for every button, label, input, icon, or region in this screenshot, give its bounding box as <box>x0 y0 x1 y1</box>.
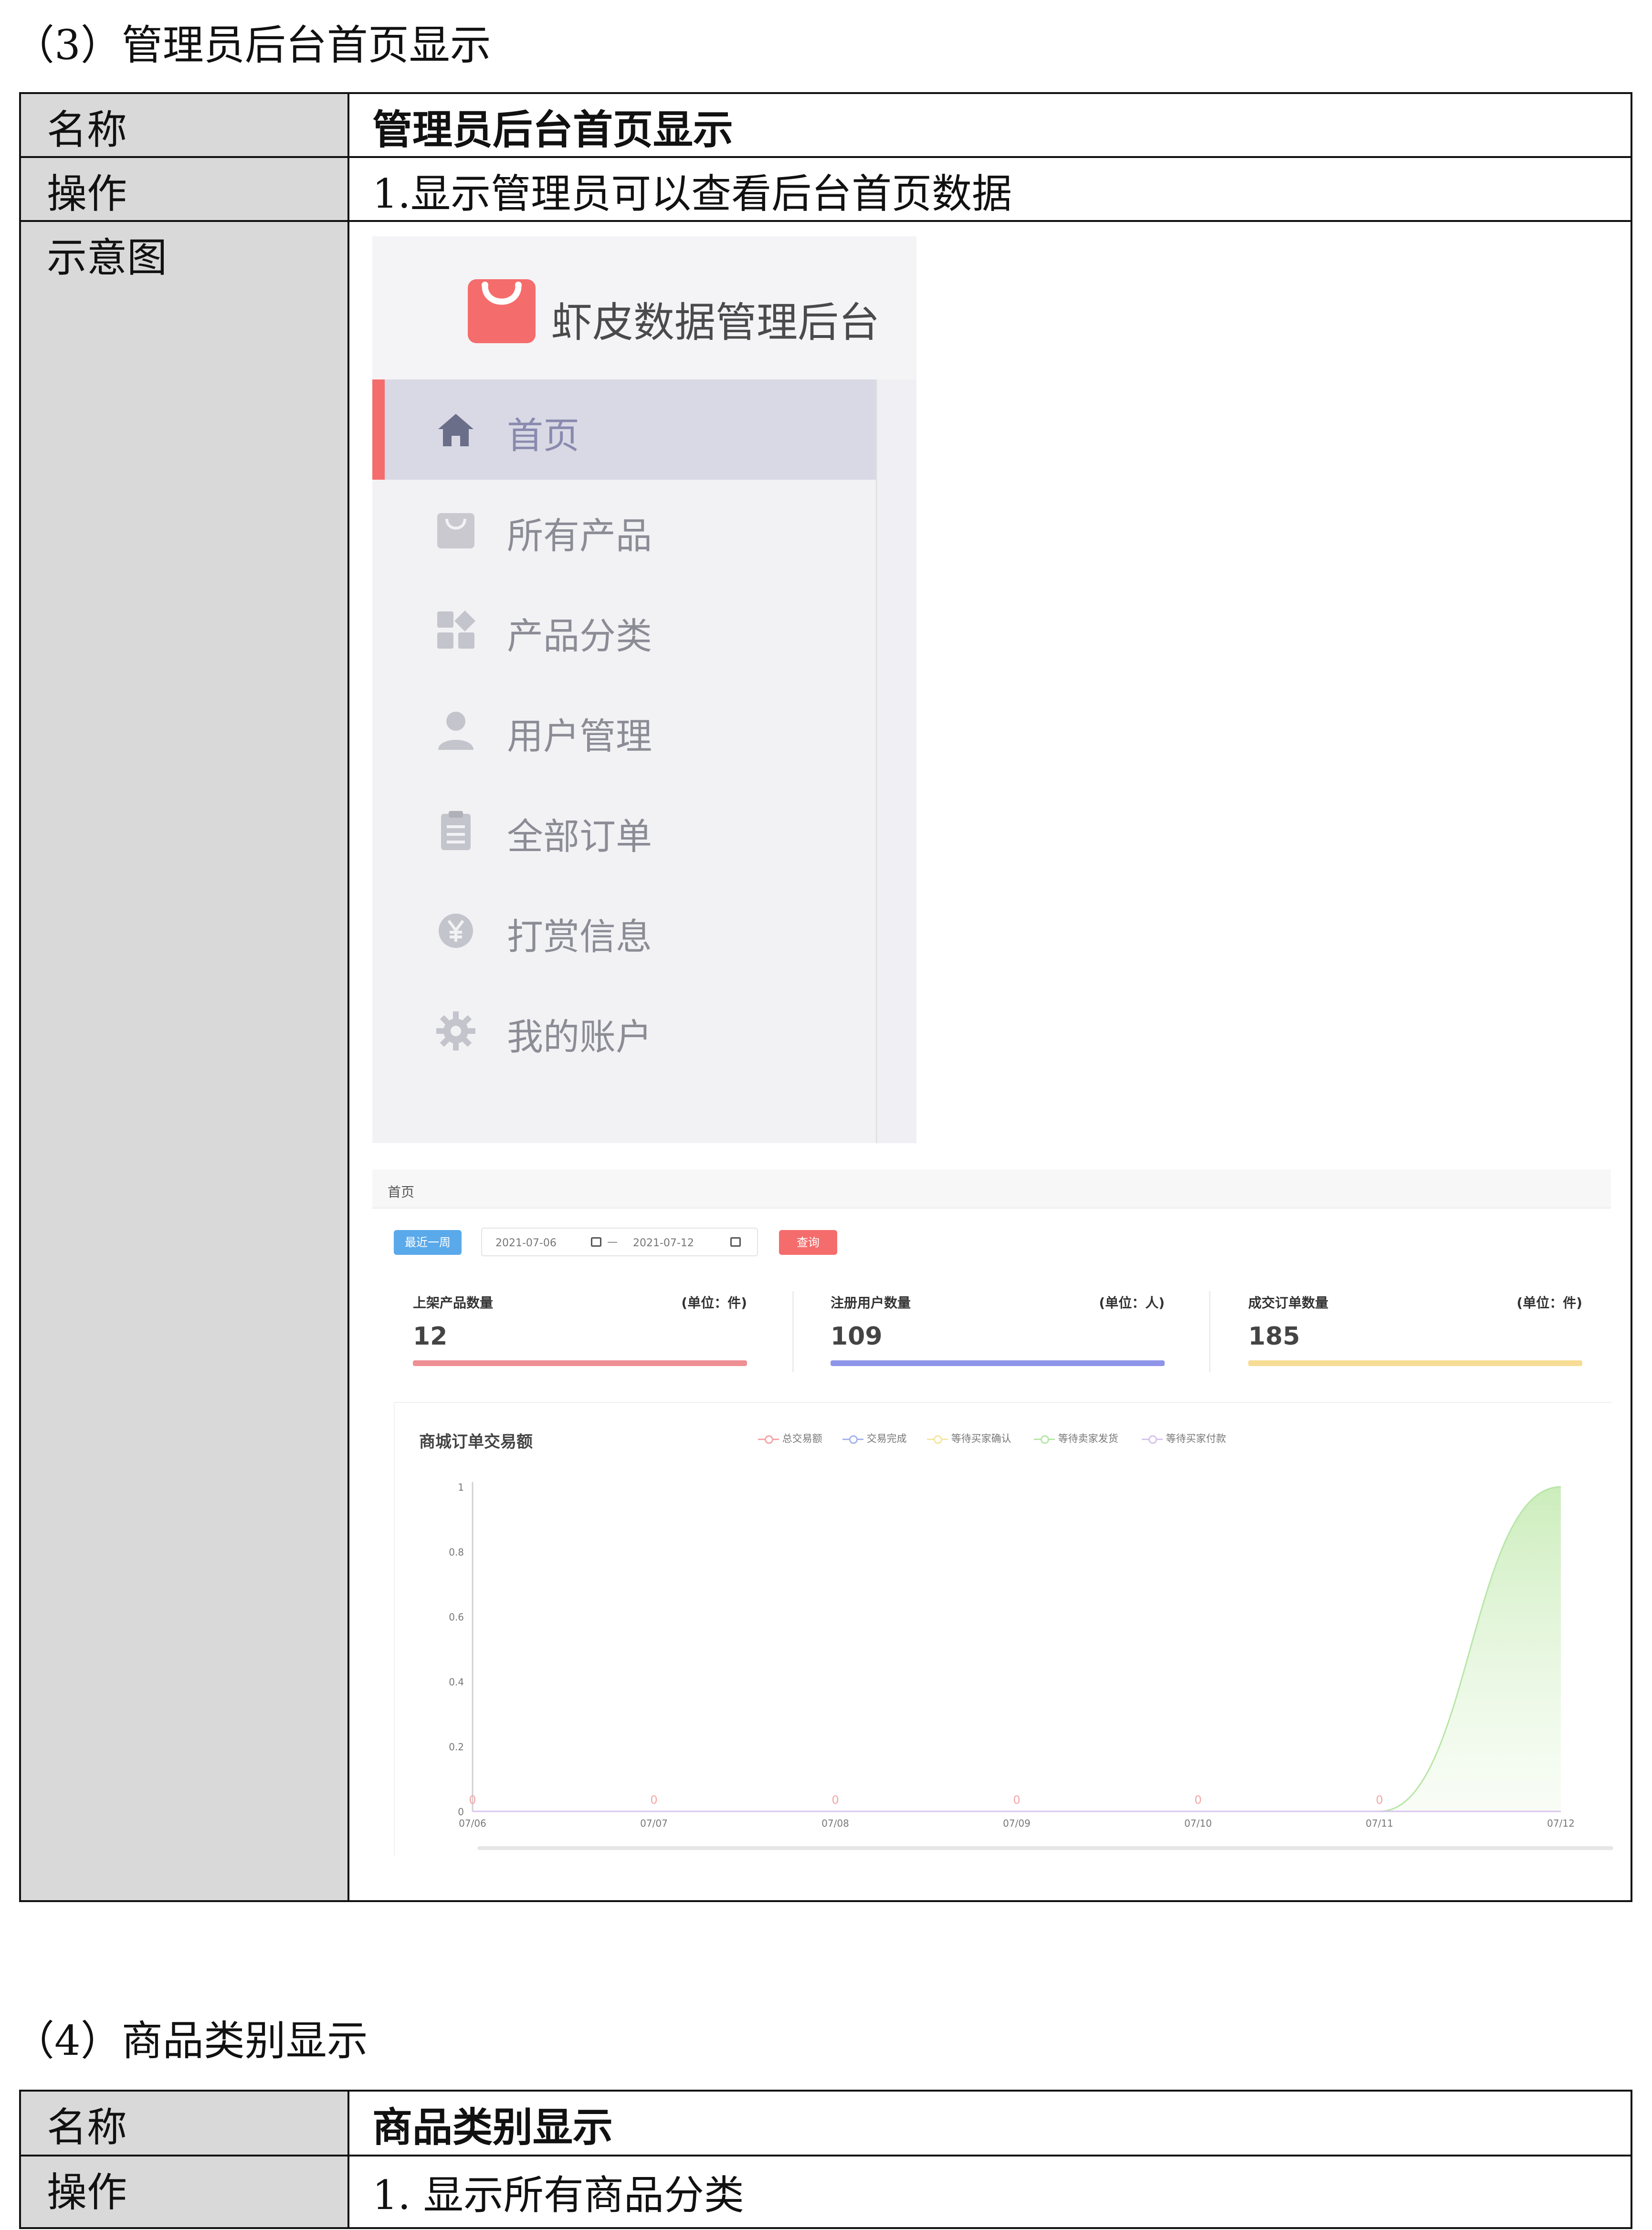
category-icon <box>437 610 475 649</box>
section-3-heading: （3）管理员后台首页显示 <box>13 21 491 69</box>
x-tick-label: 07/12 <box>1547 1818 1575 1829</box>
x-tick-label: 07/07 <box>640 1818 668 1829</box>
section-4-heading: （4）商品类别显示 <box>13 2017 368 2065</box>
row-label-operation: 操作 <box>19 2155 349 2229</box>
x-tick-label: 07/10 <box>1184 1818 1212 1829</box>
x-tick-label: 07/08 <box>821 1818 849 1829</box>
row-label-name: 名称 <box>19 92 349 158</box>
x-tick-label: 07/09 <box>1003 1818 1031 1829</box>
yen-coin-icon <box>439 914 473 948</box>
x-tick-label: 07/11 <box>1366 1818 1393 1829</box>
home-icon <box>438 414 474 446</box>
shopping-bag-logo-icon <box>468 279 536 343</box>
data-label: 0 <box>831 1793 839 1807</box>
sidebar-item-product-category[interactable]: 产品分类 <box>372 580 876 680</box>
sidebar-item-my-account[interactable]: 我的账户 <box>372 981 876 1081</box>
sidebar-item-user-management[interactable]: 用户管理 <box>372 680 876 780</box>
trade-amount-chart: 0 0.2 0.4 0.6 0.8 1 07/06 07/07 07/08 07/09 07/10 0… <box>449 1482 1575 1829</box>
row-value-name: 管理员后台首页显示 <box>347 92 1632 158</box>
y-tick-label: 0.2 <box>449 1741 464 1753</box>
row-value-name: 商品类别显示 <box>347 2090 1632 2156</box>
sidebar-brand-title: 虾皮数据管理后台 <box>551 299 880 347</box>
sidebar-menu: 首页 所有产品 产品分类 用户管理 全部订单 打赏信息 我的账户 <box>372 379 877 1143</box>
sidebar-item-label: 我的账户 <box>507 1016 652 1058</box>
sidebar-item-all-products[interactable]: 所有产品 <box>372 480 876 580</box>
sidebar-item-label: 用户管理 <box>507 715 652 757</box>
sidebar-item-label: 首页 <box>507 414 579 457</box>
admin-dashboard: 首页 最近一周 2021-07-06 — 2021-07-12 查询 上架产品数… <box>372 1169 1613 1862</box>
row-label-diagram: 示意图 <box>19 220 349 1902</box>
series-area <box>473 1487 1561 1811</box>
row-label-operation: 操作 <box>19 156 349 222</box>
spec-table-admin-home: 名称 管理员后台首页显示 操作 1.显示管理员可以查看后台首页数据 示意图 虾皮… <box>19 92 1632 1902</box>
y-tick-label: 0.6 <box>449 1611 464 1623</box>
series-line <box>472 1486 1561 1812</box>
row-value-operation: 1.显示管理员可以查看后台首页数据 <box>347 156 1632 222</box>
shopping-bag-icon <box>437 513 474 548</box>
sidebar-item-all-orders[interactable]: 全部订单 <box>372 780 876 881</box>
sidebar-item-home[interactable]: 首页 <box>372 379 876 480</box>
data-label: 0 <box>469 1793 476 1807</box>
data-label: 0 <box>1013 1793 1020 1807</box>
row-label-name: 名称 <box>19 2090 349 2156</box>
data-label: 0 <box>650 1793 657 1807</box>
spec-table-category: 名称 商品类别显示 操作 1. 显示所有商品分类 <box>19 2090 1632 2229</box>
user-icon <box>438 712 474 750</box>
sidebar-item-label: 所有产品 <box>507 515 652 557</box>
sidebar-item-label: 打赏信息 <box>507 915 652 958</box>
x-tick-label: 07/06 <box>459 1818 486 1829</box>
row-value-operation: 1. 显示所有商品分类 <box>347 2155 1632 2229</box>
horizontal-scrollbar[interactable] <box>477 1846 1613 1850</box>
sidebar-header: 虾皮数据管理后台 <box>372 236 916 379</box>
y-tick-label: 0 <box>458 1806 464 1818</box>
gear-icon <box>436 1011 475 1051</box>
y-tick-label: 1 <box>458 1482 464 1493</box>
sidebar-item-tips[interactable]: 打赏信息 <box>372 881 876 981</box>
data-label: 0 <box>1376 1793 1383 1807</box>
y-tick-label: 0.8 <box>449 1546 464 1558</box>
sidebar-item-label: 全部订单 <box>507 815 652 858</box>
sidebar-item-label: 产品分类 <box>507 615 652 657</box>
data-label: 0 <box>1194 1793 1201 1807</box>
admin-sidebar: 虾皮数据管理后台 首页 所有产品 产品分类 用户管理 全部订单 打赏信息 我的账… <box>372 236 916 1143</box>
y-tick-label: 0.4 <box>449 1676 464 1688</box>
diagram-cell: 虾皮数据管理后台 首页 所有产品 产品分类 用户管理 全部订单 打赏信息 我的账… <box>347 220 1632 1902</box>
clipboard-icon <box>441 811 471 850</box>
